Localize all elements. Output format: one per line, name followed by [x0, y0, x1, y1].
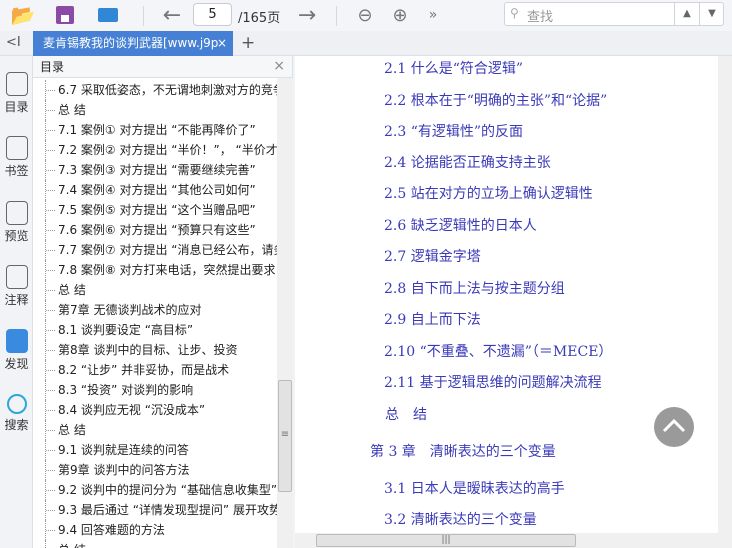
- toc-item[interactable]: 8.3 “投资” 对谈判的影响: [45, 380, 193, 400]
- chapter-heading-link[interactable]: 第 3 章 清晰表达的三个变量: [370, 441, 556, 461]
- toc-item[interactable]: 7.7 案例⑦ 对方提出 “消息已经公布，请务: [45, 240, 277, 260]
- toc-link[interactable]: 2.11 基于逻辑思维的问题解决流程: [384, 372, 602, 392]
- page-total: /165页: [238, 11, 281, 26]
- toc-item[interactable]: 7.2 案例② 对方提出 “半价！”， “半价才: [45, 140, 277, 160]
- search-down-button[interactable]: ▼: [699, 3, 724, 25]
- tab-bar: <I 麦肯锡教我的谈判武器[www.j9p × +: [0, 31, 732, 56]
- toc-link[interactable]: 2.1 什么是“符合逻辑”: [384, 58, 523, 78]
- toc-scrollbar-thumb[interactable]: ≡: [278, 380, 292, 492]
- bookmark-icon: [5, 136, 28, 160]
- collapse-sidebar-button[interactable]: <I: [6, 35, 21, 50]
- toc-link[interactable]: 2.7 逻辑金字塔: [384, 246, 481, 266]
- toc-item[interactable]: 7.4 案例④ 对方提出 “其他公司如何”: [45, 180, 256, 200]
- toc-item[interactable]: 9.3 最后通过 “详情发现型提问” 展开攻势: [45, 500, 277, 520]
- list-icon: [5, 72, 28, 96]
- close-tab-icon[interactable]: ×: [217, 31, 227, 56]
- note-icon: [5, 265, 28, 289]
- page-number-input[interactable]: 5: [193, 3, 232, 26]
- sidebar-item-search[interactable]: 搜索: [0, 394, 33, 433]
- next-page-icon[interactable]: →: [294, 3, 320, 28]
- sidebar: 目录 书签 预览 注释 发现 搜索: [0, 56, 33, 548]
- sidebar-item-bookmarks[interactable]: 书签: [0, 136, 33, 179]
- toc-link[interactable]: 2.3 “有逻辑性”的反面: [384, 121, 523, 141]
- sidebar-item-toc[interactable]: 目录: [0, 72, 33, 115]
- toc-link[interactable]: 2.5 站在对方的立场上确认逻辑性: [384, 183, 593, 203]
- toc-item[interactable]: 总 结: [45, 100, 86, 120]
- toc-item[interactable]: 第9章 谈判中的问答方法: [45, 460, 189, 480]
- apps-icon: [5, 329, 28, 353]
- toc-title: 目录: [40, 60, 65, 74]
- toc-link[interactable]: 2.4 论据能否正确支持主张: [384, 152, 551, 172]
- sidebar-item-notes[interactable]: 注释: [0, 265, 33, 308]
- toc-item[interactable]: 8.2 “让步” 并非妥协，而是战术: [45, 360, 229, 380]
- toc-item[interactable]: 总 结: [45, 540, 86, 548]
- toc-item[interactable]: 8.1 谈判要设定 “高目标”: [45, 320, 193, 340]
- toc-list: 6.7 采取低姿态，不无谓地刺激对方的竞争总 结 7.1 案例① 对方提出 “不能…: [33, 78, 277, 548]
- toc-link[interactable]: 2.9 自上而下法: [384, 309, 481, 329]
- toc-link[interactable]: 3.2 清晰表达的三个变量: [384, 509, 537, 529]
- toc-item[interactable]: 7.3 案例③ 对方提出 “需要继续完善”: [45, 160, 256, 180]
- toc-item[interactable]: 7.8 案例⑧ 对方打来电话，突然提出要求: [45, 260, 275, 280]
- toc-item[interactable]: 8.4 谈判应无视 “沉没成本”: [45, 400, 205, 420]
- sidebar-item-discover[interactable]: 发现: [0, 329, 33, 372]
- more-tools-button[interactable]: »: [420, 3, 446, 27]
- back-to-top-button[interactable]: [654, 407, 694, 447]
- zoom-in-icon[interactable]: ⊕: [387, 3, 413, 27]
- toc-item[interactable]: 总 结: [45, 280, 86, 300]
- search-icon: [6, 394, 27, 414]
- toc-item[interactable]: 9.4 回答难题的方法: [45, 520, 165, 540]
- toc-item[interactable]: 7.5 案例⑤ 对方提出 “这个当赠品吧”: [45, 200, 256, 220]
- toc-item[interactable]: 第7章 无德谈判战术的应对: [45, 300, 201, 320]
- open-folder-icon[interactable]: 📂: [10, 3, 36, 27]
- save-icon[interactable]: [52, 3, 78, 27]
- toc-panel: 目录 × 6.7 采取低姿态，不无谓地刺激对方的竞争总 结 7.1 案例① 对方提…: [33, 56, 293, 548]
- toc-item[interactable]: 7.6 案例⑥ 对方提出 “预算只有这些”: [45, 220, 256, 240]
- toc-item[interactable]: 9.2 谈判中的提问分为 “基础信息收集型”: [45, 480, 277, 500]
- zoom-out-icon[interactable]: ⊖: [352, 3, 378, 27]
- toc-item[interactable]: 9.1 谈判就是连续的问答: [45, 440, 189, 460]
- toc-link[interactable]: 总 结: [385, 404, 427, 424]
- toc-link[interactable]: 2.6 缺乏逻辑性的日本人: [384, 215, 537, 235]
- new-tab-button[interactable]: +: [241, 33, 255, 53]
- pages-icon: [5, 201, 28, 225]
- document-page: 2.1 什么是“符合逻辑” 2.2 根本在于“明确的主张”和“论据” 2.3 “有逻…: [295, 56, 718, 533]
- tab-title: 麦肯锡教我的谈判武器[www.j9p: [43, 36, 219, 50]
- chevron-up-icon: [662, 418, 686, 433]
- previous-page-icon[interactable]: ←: [159, 3, 185, 28]
- tab-document[interactable]: 麦肯锡教我的谈判武器[www.j9p ×: [33, 31, 233, 56]
- horizontal-scrollbar-thumb[interactable]: |||: [316, 534, 576, 547]
- toc-link[interactable]: 2.10 “不重叠、不遗漏”（＝MECE）: [384, 341, 612, 361]
- sidebar-item-preview[interactable]: 预览: [0, 201, 33, 244]
- print-icon[interactable]: [95, 3, 121, 27]
- toolbar: 📂 ← 5 /165页 → ⊖ ⊕ » ⚲ 查找 ▲ ▼: [0, 0, 732, 31]
- toc-item[interactable]: 6.7 采取低姿态，不无谓地刺激对方的竞争: [45, 80, 277, 100]
- toc-link[interactable]: 3.1 日本人是暧昧表达的高手: [384, 478, 565, 498]
- toc-link[interactable]: 2.8 自下而上法与按主题分组: [384, 278, 565, 298]
- toc-link[interactable]: 2.2 根本在于“明确的主张”和“论据”: [384, 90, 607, 110]
- search-up-button[interactable]: ▲: [674, 3, 699, 25]
- search-box[interactable]: ⚲ 查找 ▲ ▼: [504, 2, 724, 26]
- toc-header: 目录: [33, 56, 292, 78]
- toc-item[interactable]: 总 结: [45, 420, 86, 440]
- search-icon: ⚲: [510, 6, 519, 20]
- close-toc-icon[interactable]: ×: [273, 58, 285, 74]
- toc-item[interactable]: 7.1 案例① 对方提出 “不能再降价了”: [45, 120, 256, 140]
- search-input[interactable]: 查找: [527, 6, 553, 25]
- document-vertical-scrollbar[interactable]: [718, 56, 732, 533]
- toc-item[interactable]: 第8章 谈判中的目标、让步、投资: [45, 340, 237, 360]
